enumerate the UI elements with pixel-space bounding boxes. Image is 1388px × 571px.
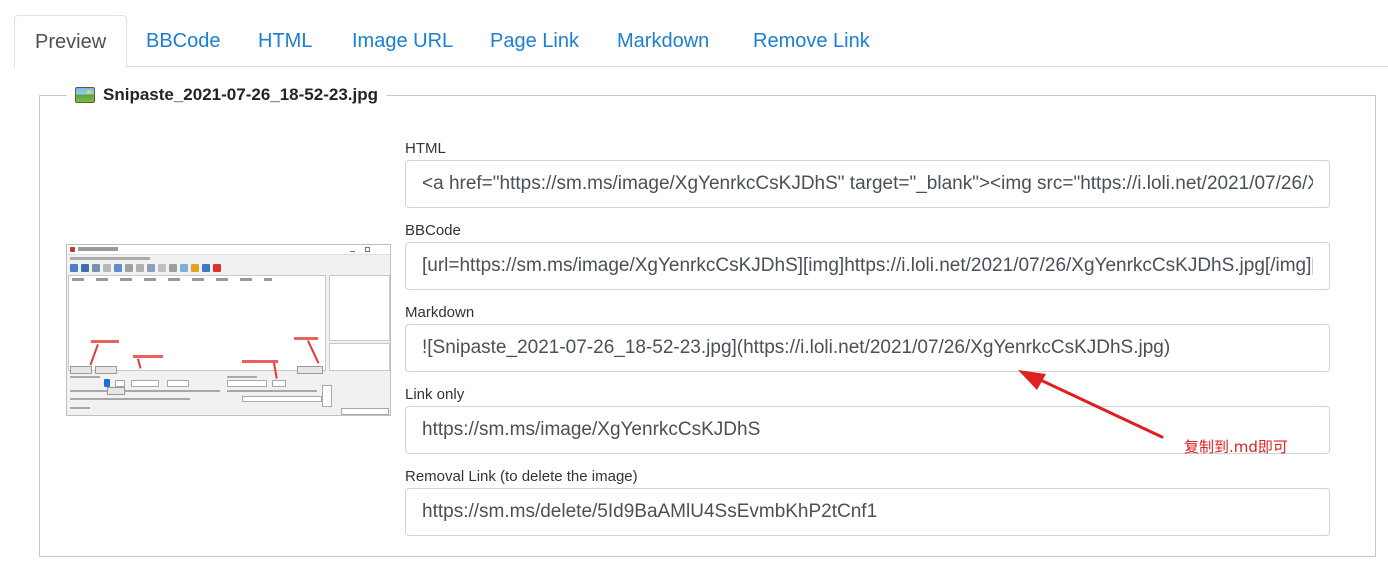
annotation-arrow-icon [1018,370,1164,439]
annotation-text: 复制到.md即可 [1184,438,1288,456]
